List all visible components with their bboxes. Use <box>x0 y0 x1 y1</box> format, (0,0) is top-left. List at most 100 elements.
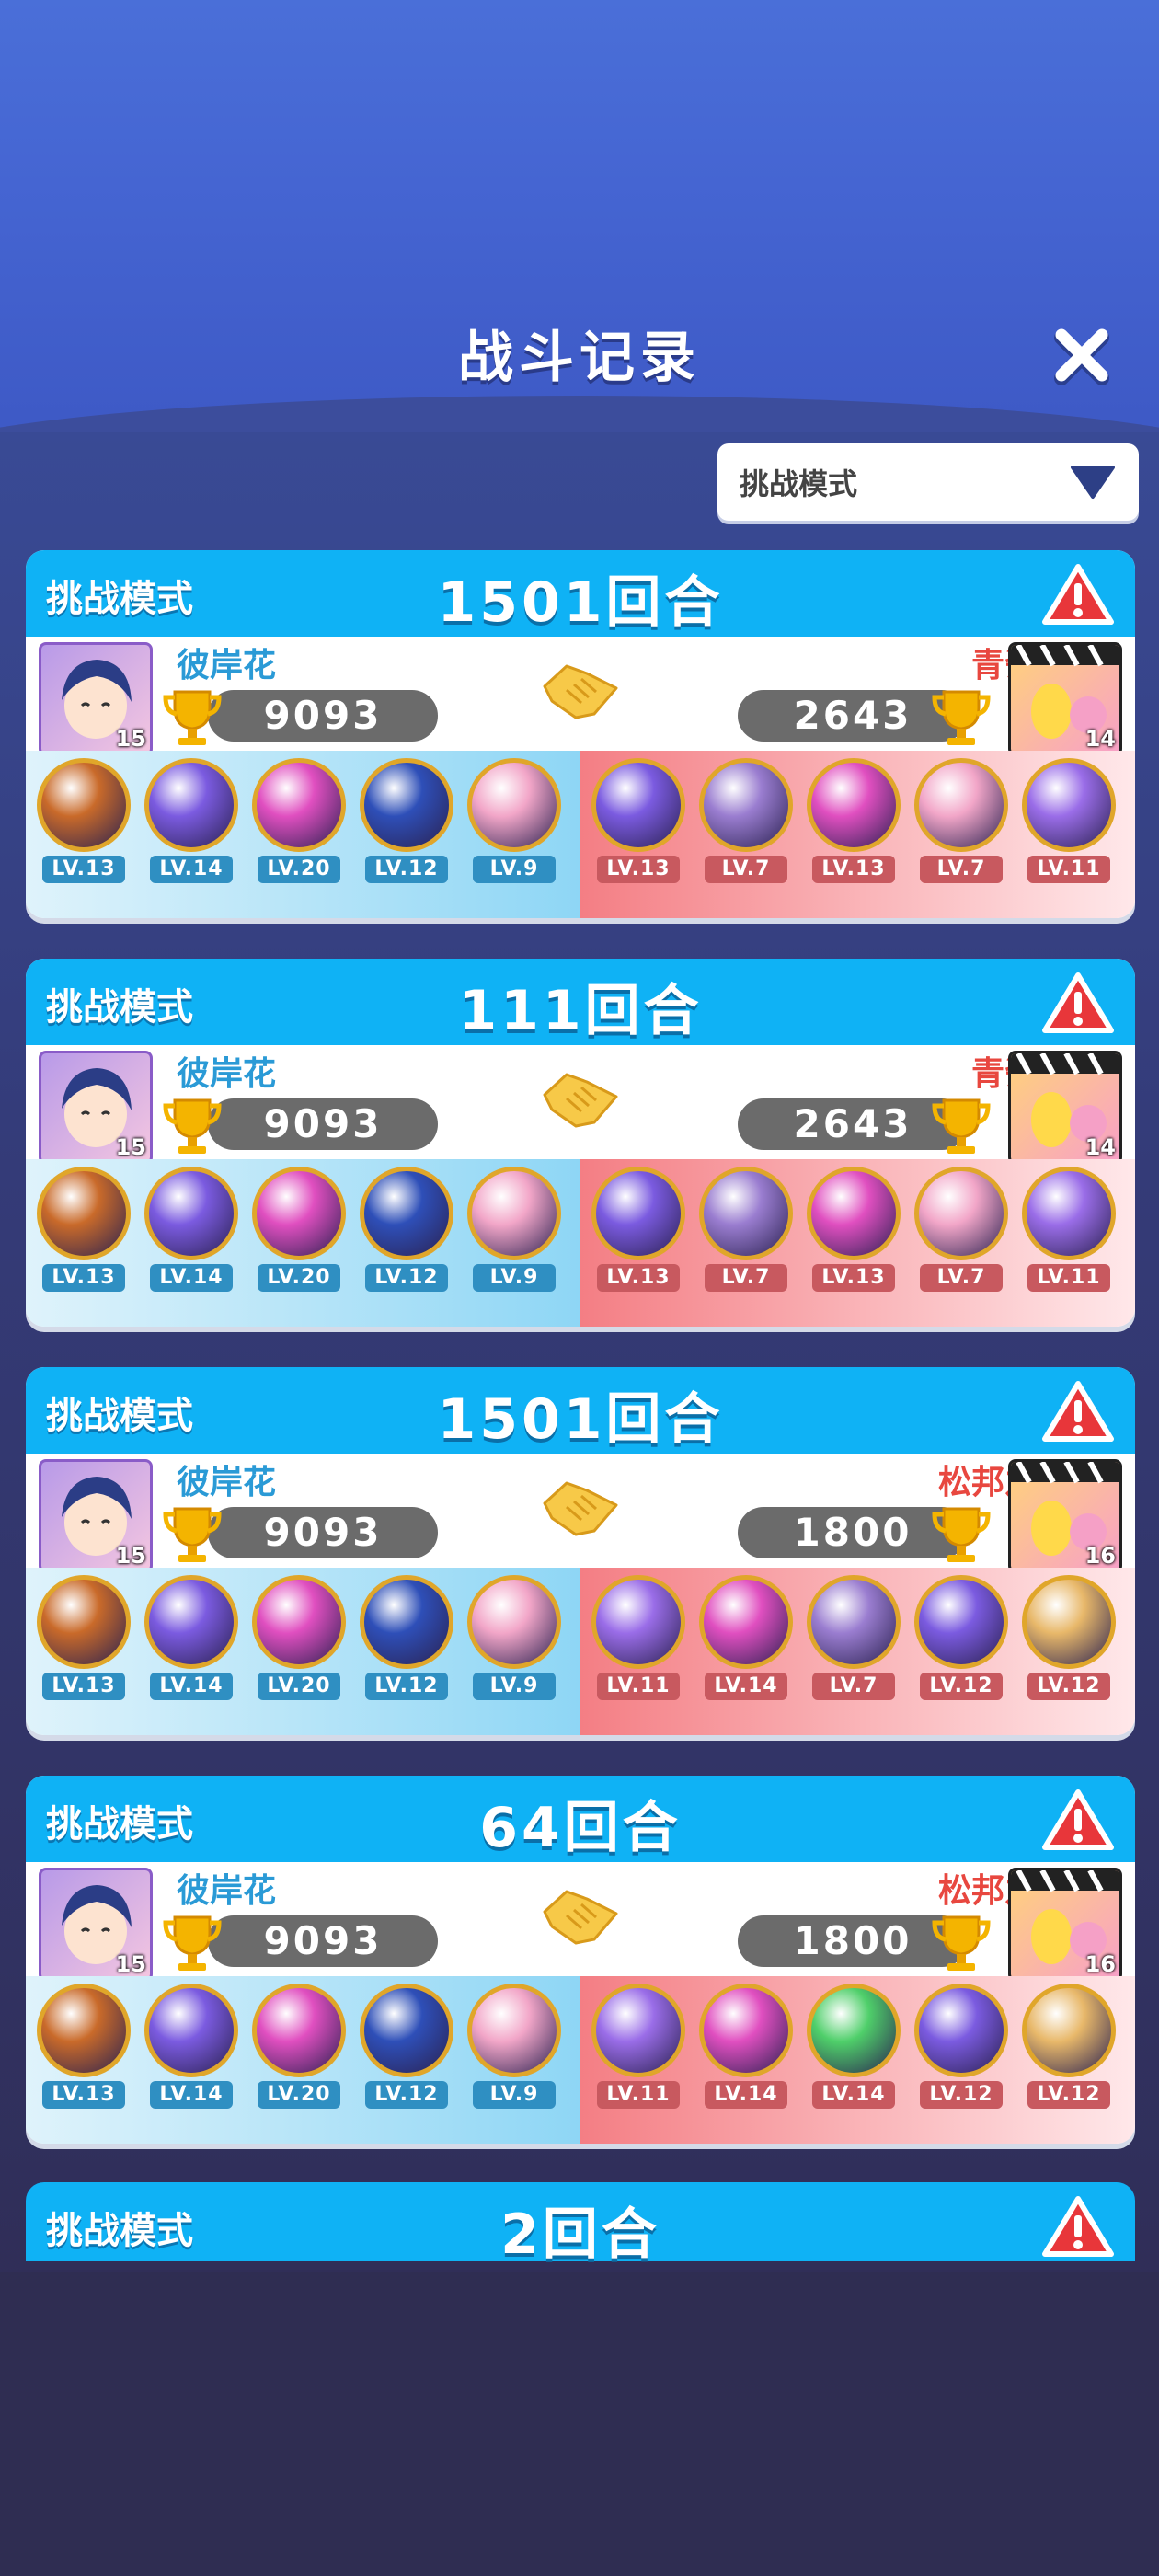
pet-icon: LV.14 <box>141 758 242 896</box>
close-button[interactable] <box>1047 320 1117 390</box>
filter-label: 挑战模式 <box>740 466 858 501</box>
pet-icon: LV.12 <box>911 1984 1012 2122</box>
pet-icon: LV.13 <box>33 1984 134 2122</box>
left-pet-lineup: LV.13 LV.14 LV.20 LV.12 LV.9 <box>26 751 580 918</box>
trophy-icon <box>932 1915 991 1971</box>
left-player-level: 15 <box>115 726 146 752</box>
pet-level: LV.11 <box>1027 856 1110 883</box>
pet-level: LV.13 <box>812 856 895 883</box>
pet-orb <box>252 1575 346 1669</box>
pet-orb <box>360 1575 453 1669</box>
mode-filter-dropdown[interactable]: 挑战模式 <box>717 443 1139 521</box>
pet-icon: LV.11 <box>1018 758 1119 896</box>
pet-icon: LV.14 <box>695 1984 797 2122</box>
card-header: 挑战模式 1501回合 <box>26 550 1135 637</box>
pet-icon: LV.13 <box>33 1167 134 1305</box>
pet-orb <box>252 1984 346 2077</box>
pet-icon: LV.7 <box>911 1167 1012 1305</box>
pet-icon: LV.12 <box>1018 1984 1119 2122</box>
right-player-avatar[interactable]: 14 <box>1008 1051 1122 1165</box>
trophy-icon <box>932 1507 991 1562</box>
pet-level: LV.12 <box>1027 2081 1110 2109</box>
left-player-avatar[interactable]: 15 <box>39 1868 153 1982</box>
pet-level: LV.13 <box>812 1264 895 1292</box>
pet-level: LV.14 <box>705 2081 787 2109</box>
pet-orb <box>914 758 1008 852</box>
record-card[interactable]: 挑战模式 1501回合 15 彼岸花 9093 松邦之 1800 16 LV.1… <box>26 1367 1135 1735</box>
pet-level: LV.7 <box>920 1264 1003 1292</box>
pet-level: LV.14 <box>812 2081 895 2109</box>
pet-level: LV.12 <box>365 856 448 883</box>
report-warning-icon[interactable] <box>1041 1787 1115 1853</box>
record-card-partial[interactable]: 挑战模式 2回合 <box>26 2182 1135 2267</box>
left-pet-lineup: LV.13 LV.14 LV.20 LV.12 LV.9 <box>26 1568 580 1735</box>
pet-orb <box>807 1167 901 1260</box>
pet-level: LV.11 <box>597 2081 680 2109</box>
pet-level: LV.12 <box>920 2081 1003 2109</box>
pet-icon: LV.12 <box>356 1575 457 1713</box>
right-player-level: 14 <box>1084 726 1116 752</box>
report-warning-icon[interactable] <box>1041 970 1115 1036</box>
record-card[interactable]: 挑战模式 1501回合 15 彼岸花 9093 青瓷 2643 14 LV.13… <box>26 550 1135 918</box>
pet-icon: LV.12 <box>356 1984 457 2122</box>
right-player-avatar[interactable]: 14 <box>1008 642 1122 756</box>
pet-orb <box>37 1167 131 1260</box>
right-player-level: 16 <box>1084 1951 1116 1977</box>
pet-orb <box>807 1575 901 1669</box>
pet-icon: LV.13 <box>33 758 134 896</box>
pet-orb <box>914 1167 1008 1260</box>
left-player-score: 9093 <box>208 1507 438 1558</box>
pet-level: LV.13 <box>42 856 125 883</box>
pet-orb <box>252 1167 346 1260</box>
pet-level: LV.12 <box>1027 1673 1110 1700</box>
pet-orb <box>37 1575 131 1669</box>
pet-orb <box>914 1575 1008 1669</box>
pet-orb <box>144 1167 238 1260</box>
rounds-count: 1501回合 <box>437 1387 724 1452</box>
pet-icon: LV.9 <box>464 1167 565 1305</box>
pet-level: LV.12 <box>365 1264 448 1292</box>
card-header: 挑战模式 64回合 <box>26 1776 1135 1862</box>
pet-level: LV.14 <box>150 1673 233 1700</box>
left-player-avatar[interactable]: 15 <box>39 642 153 756</box>
pet-orb <box>699 1575 793 1669</box>
record-card[interactable]: 挑战模式 64回合 15 彼岸花 9093 松邦之 1800 16 LV.13 … <box>26 1776 1135 2144</box>
left-player-avatar[interactable]: 15 <box>39 1051 153 1165</box>
pet-icon: LV.20 <box>248 1575 350 1713</box>
pet-level: LV.9 <box>473 1264 556 1292</box>
rounds-count: 111回合 <box>458 979 703 1043</box>
card-header: 挑战模式 1501回合 <box>26 1367 1135 1454</box>
right-player-avatar[interactable]: 16 <box>1008 1868 1122 1982</box>
pet-orb <box>144 1984 238 2077</box>
report-warning-icon[interactable] <box>1041 561 1115 627</box>
trophy-icon <box>163 1507 222 1562</box>
pet-icon: LV.7 <box>695 758 797 896</box>
pet-icon: LV.12 <box>1018 1575 1119 1713</box>
pet-icon: LV.13 <box>588 758 689 896</box>
left-pet-lineup: LV.13 LV.14 LV.20 LV.12 LV.9 <box>26 1159 580 1327</box>
pet-level: LV.14 <box>150 1264 233 1292</box>
handshake-icon <box>543 664 618 719</box>
record-card[interactable]: 挑战模式 111回合 15 彼岸花 9093 青瓷 2643 14 LV.13 … <box>26 959 1135 1327</box>
right-pet-lineup: LV.11 LV.14 LV.7 LV.12 LV.12 <box>580 1568 1135 1735</box>
report-warning-icon[interactable] <box>1041 2193 1115 2260</box>
report-warning-icon[interactable] <box>1041 1378 1115 1444</box>
trophy-icon <box>163 690 222 745</box>
pet-orb <box>37 758 131 852</box>
pet-level: LV.11 <box>597 1673 680 1700</box>
pet-level: LV.14 <box>150 856 233 883</box>
pet-level: LV.11 <box>1027 1264 1110 1292</box>
pet-icon: LV.14 <box>141 1575 242 1713</box>
pet-icon: LV.12 <box>911 1575 1012 1713</box>
left-player-score: 9093 <box>208 1915 438 1967</box>
pet-orb <box>591 1984 685 2077</box>
pet-level: LV.9 <box>473 2081 556 2109</box>
left-player-name: 彼岸花 <box>177 1872 277 1910</box>
pet-icon: LV.11 <box>588 1984 689 2122</box>
right-player-avatar[interactable]: 16 <box>1008 1459 1122 1573</box>
pet-orb <box>699 1984 793 2077</box>
pet-icon: LV.13 <box>588 1167 689 1305</box>
pet-icon: LV.12 <box>356 758 457 896</box>
left-player-avatar[interactable]: 15 <box>39 1459 153 1573</box>
pet-icon: LV.13 <box>803 758 904 896</box>
